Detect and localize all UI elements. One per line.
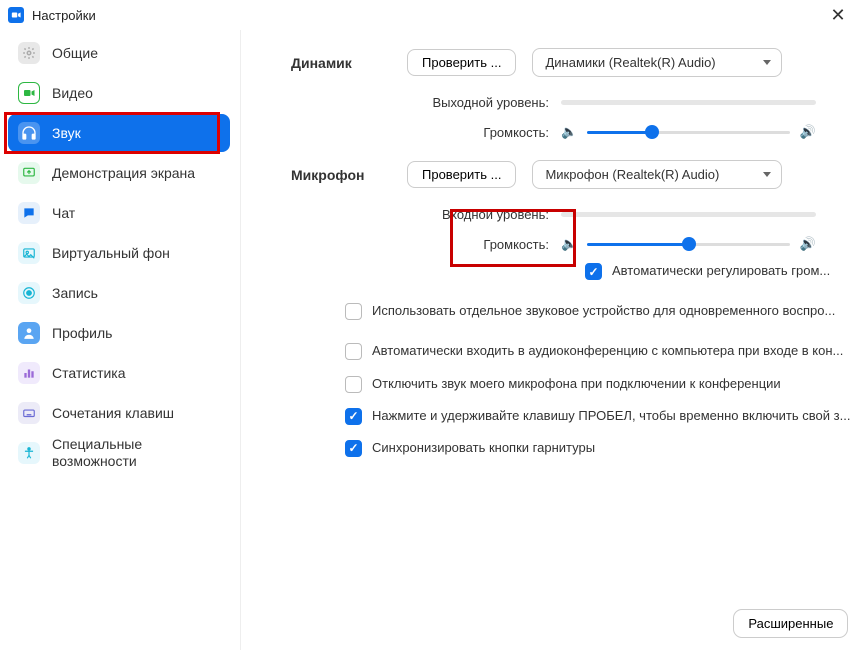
speaker-device-value: Динамики (Realtek(R) Audio) — [545, 55, 715, 70]
sync-headset-buttons-label: Синхронизировать кнопки гарнитуры — [372, 439, 850, 457]
statistics-icon — [18, 362, 40, 384]
sidebar-item-share[interactable]: Демонстрация экрана — [8, 154, 230, 192]
separate-audio-device-label: Использовать отдельное звуковое устройст… — [372, 302, 850, 320]
share-screen-icon — [18, 162, 40, 184]
keyboard-icon — [18, 402, 40, 424]
test-microphone-button[interactable]: Проверить ... — [407, 161, 516, 188]
sidebar-item-label: Профиль — [52, 325, 112, 342]
advanced-button[interactable]: Расширенные — [733, 609, 848, 638]
sidebar-item-label: Статистика — [52, 365, 126, 382]
auto-adjust-volume-label: Автоматически регулировать гром... — [612, 262, 850, 280]
speaker-volume-label: Громкость: — [291, 125, 561, 140]
sidebar-item-video[interactable]: Видео — [8, 74, 230, 112]
sync-headset-buttons-checkbox[interactable] — [345, 440, 362, 457]
sidebar-item-label: Виртуальный фон — [52, 245, 170, 262]
volume-low-icon: 🔈 — [561, 124, 577, 140]
speaker-section-label: Динамик — [291, 55, 407, 71]
sidebar-item-statistics[interactable]: Статистика — [8, 354, 230, 392]
sidebar-item-general[interactable]: Общие — [8, 34, 230, 72]
volume-high-icon: 🔊 — [800, 236, 816, 252]
sidebar-item-label: Звук — [52, 125, 81, 142]
sidebar-item-label: Специальные возможности — [52, 436, 222, 470]
microphone-device-value: Микрофон (Realtek(R) Audio) — [545, 167, 719, 182]
sidebar-item-accessibility[interactable]: Специальные возможности — [8, 434, 230, 472]
sidebar-item-label: Сочетания клавиш — [52, 405, 174, 422]
accessibility-icon — [18, 442, 40, 464]
titlebar: Настройки ✕ — [0, 0, 862, 30]
app-icon — [8, 7, 24, 23]
mute-on-join-label: Отключить звук моего микрофона при подкл… — [372, 375, 850, 393]
speaker-volume-slider[interactable] — [587, 131, 790, 134]
content-panel: Динамик Проверить ... Динамики (Realtek(… — [240, 30, 862, 650]
output-level-meter — [561, 100, 816, 105]
microphone-volume-slider[interactable] — [587, 243, 790, 246]
sidebar-item-label: Чат — [52, 205, 75, 222]
volume-low-icon: 🔈 — [561, 236, 577, 252]
microphone-device-select[interactable]: Микрофон (Realtek(R) Audio) — [532, 160, 782, 189]
speaker-device-select[interactable]: Динамики (Realtek(R) Audio) — [532, 48, 782, 77]
window-title: Настройки — [32, 8, 96, 23]
sidebar-item-virtual-background[interactable]: Виртуальный фон — [8, 234, 230, 272]
microphone-volume-label: Громкость: — [291, 237, 561, 252]
sidebar-item-label: Видео — [52, 85, 93, 102]
profile-icon — [18, 322, 40, 344]
sidebar-item-chat[interactable]: Чат — [8, 194, 230, 232]
mute-on-join-checkbox[interactable] — [345, 376, 362, 393]
push-to-talk-label: Нажмите и удерживайте клавишу ПРОБЕЛ, чт… — [372, 407, 850, 425]
input-level-meter — [561, 212, 816, 217]
separate-audio-device-checkbox[interactable] — [345, 303, 362, 320]
sidebar-item-shortcuts[interactable]: Сочетания клавиш — [8, 394, 230, 432]
gear-icon — [18, 42, 40, 64]
microphone-section-label: Микрофон — [291, 167, 407, 183]
record-icon — [18, 282, 40, 304]
virtual-bg-icon — [18, 242, 40, 264]
sidebar-item-label: Общие — [52, 45, 98, 62]
headphones-icon — [18, 122, 40, 144]
sidebar: Общие Видео Звук Демонстрация экрана Чат… — [0, 30, 240, 650]
push-to-talk-checkbox[interactable] — [345, 408, 362, 425]
close-button[interactable]: ✕ — [828, 5, 848, 26]
input-level-label: Входной уровень: — [291, 207, 561, 222]
sidebar-item-audio[interactable]: Звук — [8, 114, 230, 152]
output-level-label: Выходной уровень: — [291, 95, 561, 110]
auto-join-audio-label: Автоматически входить в аудиоконференцию… — [372, 342, 850, 360]
sidebar-item-label: Запись — [52, 285, 98, 302]
sidebar-item-profile[interactable]: Профиль — [8, 314, 230, 352]
sidebar-item-record[interactable]: Запись — [8, 274, 230, 312]
test-speaker-button[interactable]: Проверить ... — [407, 49, 516, 76]
volume-high-icon: 🔊 — [800, 124, 816, 140]
auto-adjust-volume-checkbox[interactable] — [585, 263, 602, 280]
sidebar-item-label: Демонстрация экрана — [52, 165, 195, 182]
video-icon — [18, 82, 40, 104]
auto-join-audio-checkbox[interactable] — [345, 343, 362, 360]
chat-icon — [18, 202, 40, 224]
